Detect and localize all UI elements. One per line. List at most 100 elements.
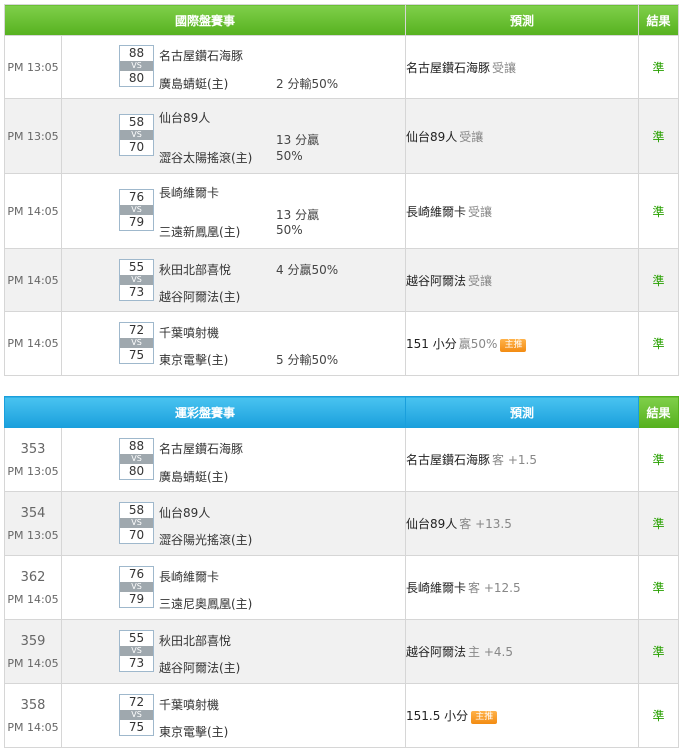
prediction-note: 主 +4.5 xyxy=(468,645,513,659)
prediction-pick: 151.5 小分 xyxy=(406,709,469,723)
home-team: 秋田北部喜悅 xyxy=(159,634,232,648)
prediction-cell: 長崎維爾卡 受讓 xyxy=(405,173,640,249)
away-score: 73 xyxy=(128,656,145,670)
prediction-pick: 越谷阿爾法 xyxy=(406,273,467,288)
match-time: PM 13:05 xyxy=(4,35,62,99)
table-row: PM 14:05 55 VS 73 秋田北部喜悅 越谷阿爾法(主) 4 分贏50… xyxy=(4,248,680,312)
match-time-cell: 359 PM 14:05 xyxy=(4,619,62,684)
featured-badge: 主推 xyxy=(500,339,527,352)
match-time: PM 14:05 xyxy=(4,248,62,312)
international-league-header: 國際盤賽事 xyxy=(3,4,407,36)
table-row: 362 PM 14:05 76 VS 79 長崎維爾卡 三遠尼奧鳳凰(主) 長崎維… xyxy=(4,555,680,620)
lottery-header-row: 運彩盤賽事 預測 結果 xyxy=(3,396,680,428)
away-score: 75 xyxy=(128,720,145,734)
table-row: PM 13:05 88 VS 80 名古屋鑽石海豚 廣島蜻蜓(主) 2 分輸50… xyxy=(4,35,680,99)
home-team: 秋田北部喜悅 xyxy=(159,263,232,277)
prediction-pick: 長崎維爾卡 xyxy=(406,581,467,595)
vs-label: VS xyxy=(120,130,153,140)
prediction-cell: 名古屋鑽石海豚 受讓 xyxy=(405,35,640,99)
score-box: 88 VS 80 xyxy=(119,45,154,87)
match-id: 358 xyxy=(20,697,46,713)
away-team: 廣島蜻蜓(主) xyxy=(159,77,229,91)
prediction-note: 受讓 xyxy=(468,273,493,288)
home-score: 58 xyxy=(128,115,145,129)
home-team: 名古屋鑽石海豚 xyxy=(159,442,244,456)
away-score: 70 xyxy=(128,140,145,154)
odds-line-2: 2 分輸50% xyxy=(276,77,339,91)
away-team: 三遠尼奧鳳凰(主) xyxy=(159,597,253,611)
vs-label: VS xyxy=(120,582,153,592)
away-score: 75 xyxy=(128,348,145,362)
home-team: 長崎維爾卡 xyxy=(159,570,220,584)
prediction-note: 客 +13.5 xyxy=(459,517,512,531)
match-cell: 58 VS 70 仙台89人 澀谷太陽搖滾(主) 13 分贏 50% xyxy=(60,98,407,174)
home-team: 長崎維爾卡 xyxy=(159,186,220,200)
lottery-predict-header: 預測 xyxy=(405,396,640,428)
away-team: 東京電擊(主) xyxy=(159,725,229,739)
home-team: 仙台89人 xyxy=(159,111,211,125)
away-score: 79 xyxy=(128,215,145,229)
vs-label: VS xyxy=(120,646,153,656)
match-time: PM 13:05 xyxy=(4,98,62,174)
vs-label: VS xyxy=(120,710,153,720)
table-row: 354 PM 13:05 58 VS 70 仙台89人 澀谷陽光搖滾(主) 仙台8… xyxy=(4,491,680,556)
odds-line-2: 50% xyxy=(276,149,303,163)
prediction-pick: 長崎維爾卡 xyxy=(406,204,467,219)
away-score: 73 xyxy=(128,285,145,299)
match-cell: 72 VS 75 千葉噴射機 東京電擊(主) xyxy=(60,683,407,748)
prediction-note: 受讓 xyxy=(492,60,517,75)
table-row: 353 PM 13:05 88 VS 80 名古屋鑽石海豚 廣島蜻蜓(主) 名古屋… xyxy=(4,427,680,492)
prediction-cell: 仙台89人 受讓 xyxy=(405,98,640,174)
prediction-cell: 名古屋鑽石海豚客 +1.5 xyxy=(405,427,640,492)
result-cell: 準 xyxy=(638,311,680,376)
table-row: 358 PM 14:05 72 VS 75 千葉噴射機 東京電擊(主) 151.5… xyxy=(4,683,680,748)
match-cell: 88 VS 80 名古屋鑽石海豚 廣島蜻蜓(主) xyxy=(60,427,407,492)
vs-label: VS xyxy=(120,338,153,348)
match-time-cell: 353 PM 13:05 xyxy=(4,427,62,492)
home-score: 72 xyxy=(128,695,145,709)
result-cell: 準 xyxy=(638,491,680,556)
prediction-cell: 越谷阿爾法 受讓 xyxy=(405,248,640,312)
match-cell: 76 VS 79 長崎維爾卡 三遠新鳳凰(主) 13 分贏 50% xyxy=(60,173,407,249)
away-score: 80 xyxy=(128,464,145,478)
match-id: 353 xyxy=(20,441,46,457)
score-box: 55 VS 73 xyxy=(119,259,154,301)
away-score: 70 xyxy=(128,528,145,542)
prediction-pick: 仙台89人 xyxy=(406,517,458,531)
match-cell: 58 VS 70 仙台89人 澀谷陽光搖滾(主) xyxy=(60,491,407,556)
prediction-note: 受讓 xyxy=(468,204,493,219)
home-score: 76 xyxy=(128,567,145,581)
away-team: 東京電擊(主) xyxy=(159,353,229,367)
match-id: 362 xyxy=(20,569,46,585)
result-cell: 準 xyxy=(638,35,680,99)
vs-label: VS xyxy=(120,205,153,215)
home-score: 55 xyxy=(128,260,145,274)
result-cell: 準 xyxy=(638,173,680,249)
match-time: PM 14:05 xyxy=(7,720,59,734)
international-table: 國際盤賽事 預測 結果 PM 13:05 88 VS 80 名古屋鑽石海豚 廣島… xyxy=(3,4,680,376)
prediction-cell: 長崎維爾卡客 +12.5 xyxy=(405,555,640,620)
match-time-cell: 362 PM 14:05 xyxy=(4,555,62,620)
featured-badge: 主推 xyxy=(471,711,498,724)
prediction-pick: 名古屋鑽石海豚 xyxy=(406,453,491,467)
prediction-pick: 151 小分 xyxy=(406,337,457,351)
international-panel: 國際盤賽事 預測 結果 PM 13:05 88 VS 80 名古屋鑽石海豚 廣島… xyxy=(3,4,680,376)
result-cell: 準 xyxy=(638,683,680,748)
away-score: 80 xyxy=(128,71,145,85)
prediction-cell: 越谷阿爾法主 +4.5 xyxy=(405,619,640,684)
away-team: 越谷阿爾法(主) xyxy=(159,290,241,304)
result-cell: 準 xyxy=(638,555,680,620)
match-time: PM 13:05 xyxy=(7,464,59,478)
score-box: 58 VS 70 xyxy=(119,114,154,156)
match-id: 354 xyxy=(20,505,46,521)
away-team: 廣島蜻蜓(主) xyxy=(159,470,229,484)
match-cell: 55 VS 73 秋田北部喜悅 越谷阿爾法(主) 4 分贏50% xyxy=(60,248,407,312)
match-time: PM 13:05 xyxy=(7,528,59,542)
lottery-panel: 運彩盤賽事 預測 結果 353 PM 13:05 88 VS 80 名古屋鑽石海豚… xyxy=(3,396,680,748)
prediction-note: 贏50% xyxy=(458,337,498,351)
result-cell: 準 xyxy=(638,98,680,174)
vs-label: VS xyxy=(120,61,153,71)
match-cell: 88 VS 80 名古屋鑽石海豚 廣島蜻蜓(主) 2 分輸50% xyxy=(60,35,407,99)
table-row: PM 14:05 76 VS 79 長崎維爾卡 三遠新鳳凰(主) 13 分贏 5… xyxy=(4,173,680,249)
match-time: PM 14:05 xyxy=(4,173,62,249)
